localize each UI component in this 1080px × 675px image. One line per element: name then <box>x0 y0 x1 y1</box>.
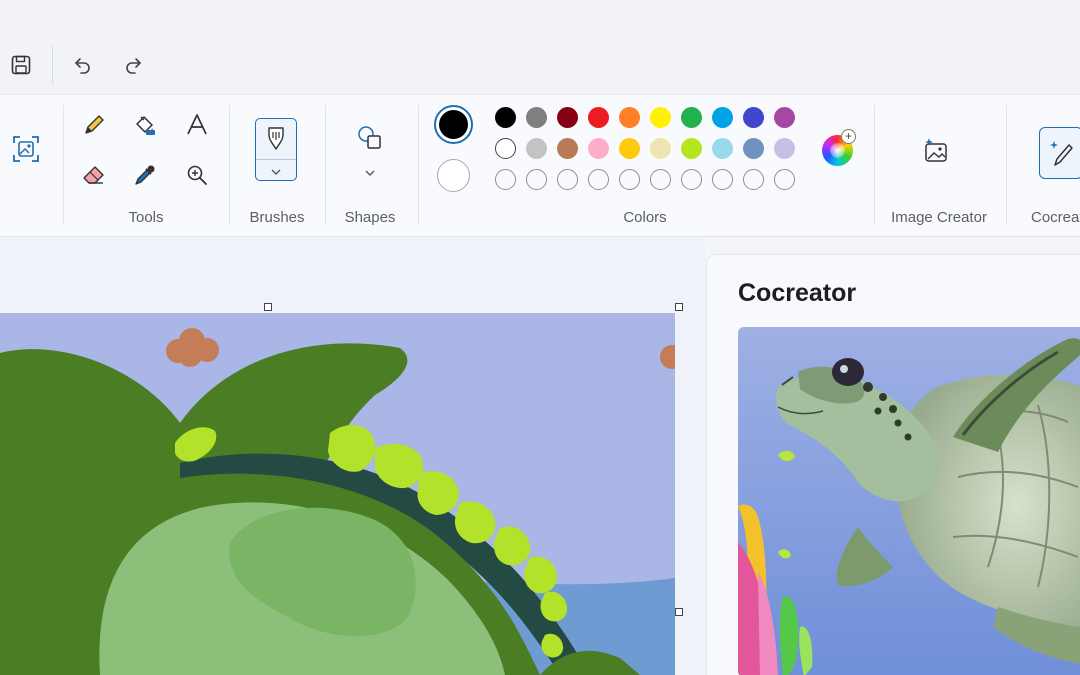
custom-color-slot[interactable] <box>712 169 733 190</box>
pencil-icon[interactable] <box>76 107 112 143</box>
resize-handle[interactable] <box>675 303 683 311</box>
color-swatch[interactable] <box>650 138 671 159</box>
color-swatch[interactable] <box>526 107 547 128</box>
fill-bucket-icon[interactable] <box>127 107 163 143</box>
color-swatch[interactable] <box>743 107 764 128</box>
generated-image[interactable] <box>738 327 1080 675</box>
brushes-group-label: Brushes <box>249 209 305 226</box>
cocreator-button[interactable] <box>1039 127 1080 179</box>
resize-handle[interactable] <box>675 608 683 616</box>
image-creator-icon[interactable] <box>918 133 954 169</box>
redo-icon[interactable] <box>118 50 148 80</box>
color-swatch[interactable] <box>557 138 578 159</box>
image-select-icon[interactable] <box>8 131 44 167</box>
custom-color-slot[interactable] <box>495 169 516 190</box>
toolbar-divider <box>52 46 53 84</box>
save-icon[interactable] <box>6 50 36 80</box>
title-bar <box>0 0 1080 94</box>
custom-color-slot[interactable] <box>557 169 578 190</box>
tools-group-label: Tools <box>128 209 164 226</box>
color-swatch[interactable] <box>588 107 609 128</box>
chevron-down-icon[interactable] <box>364 165 376 183</box>
brush-icon <box>265 125 287 158</box>
brushes-button[interactable] <box>255 118 297 181</box>
panel-title: Cocreator <box>738 279 857 307</box>
custom-color-slot[interactable] <box>681 169 702 190</box>
custom-color-slot[interactable] <box>774 169 795 190</box>
custom-color-slot[interactable] <box>743 169 764 190</box>
color-swatch[interactable] <box>681 107 702 128</box>
color-swatch[interactable] <box>681 138 702 159</box>
color-swatch[interactable] <box>712 107 733 128</box>
custom-color-slot[interactable] <box>619 169 640 190</box>
color-swatch[interactable] <box>495 138 516 159</box>
canvas-area <box>0 238 705 675</box>
color-swatch[interactable] <box>619 107 640 128</box>
color-swatch[interactable] <box>650 107 671 128</box>
color-swatch[interactable] <box>495 107 516 128</box>
custom-color-slot[interactable] <box>650 169 671 190</box>
shapes-icon <box>355 123 385 158</box>
color-swatch[interactable] <box>557 107 578 128</box>
cocreator-group-label: Cocreat <box>1031 209 1080 226</box>
color-swatch[interactable] <box>526 138 547 159</box>
eraser-icon[interactable] <box>76 157 112 193</box>
drawing-canvas[interactable] <box>0 313 675 675</box>
primary-color-fill <box>439 110 468 139</box>
text-icon[interactable] <box>179 107 215 143</box>
secondary-color[interactable] <box>437 159 470 192</box>
colors-group-label: Colors <box>623 209 667 226</box>
cocreator-panel: Cocreator <box>706 254 1080 675</box>
image-creator-group-label: Image Creator <box>891 209 987 226</box>
chevron-down-icon[interactable] <box>270 164 282 182</box>
resize-handle[interactable] <box>264 303 272 311</box>
cocreator-icon <box>1047 139 1077 174</box>
undo-icon[interactable] <box>68 50 98 80</box>
custom-color-slot[interactable] <box>526 169 547 190</box>
edit-colors-icon[interactable]: + <box>820 129 858 169</box>
color-swatch[interactable] <box>619 138 640 159</box>
color-swatch[interactable] <box>588 138 609 159</box>
color-swatch[interactable] <box>712 138 733 159</box>
color-picker-icon[interactable] <box>127 157 163 193</box>
shapes-group-label: Shapes <box>344 209 396 226</box>
shapes-button[interactable] <box>352 123 388 181</box>
magnifier-icon[interactable] <box>179 157 215 193</box>
primary-color[interactable] <box>434 105 473 144</box>
color-swatch[interactable] <box>774 138 795 159</box>
custom-color-slot[interactable] <box>588 169 609 190</box>
ribbon: Tools Brushes Shapes + Colors Image Crea… <box>0 94 1080 237</box>
color-swatch[interactable] <box>774 107 795 128</box>
color-swatch[interactable] <box>743 138 764 159</box>
